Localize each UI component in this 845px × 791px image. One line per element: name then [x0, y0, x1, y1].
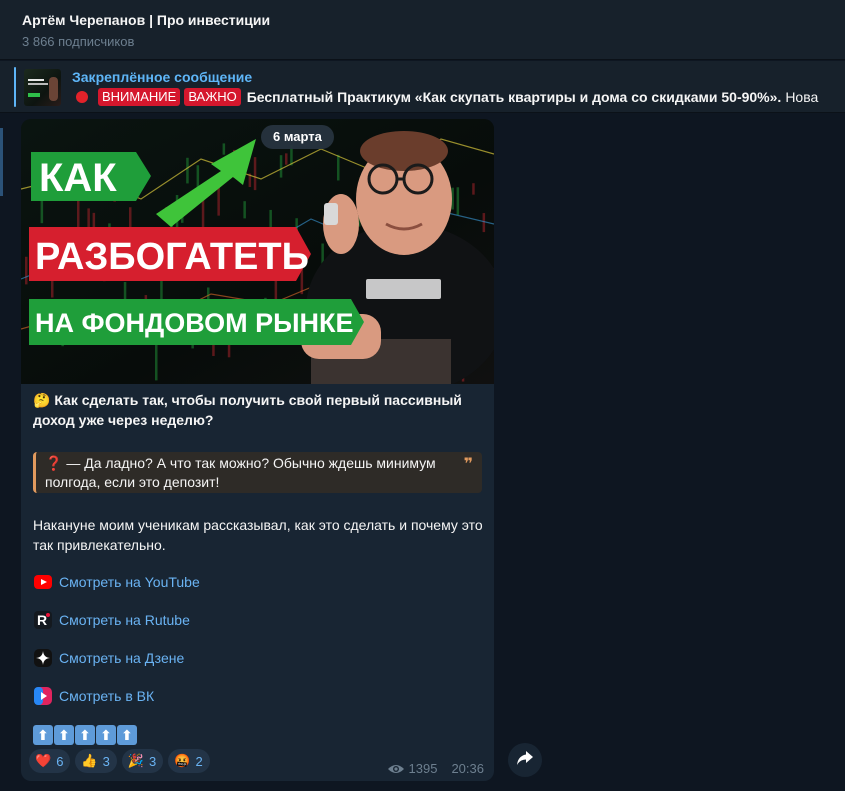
channel-title[interactable]: Артём Черепанов | Про инвестиции	[22, 11, 845, 29]
link-dzen[interactable]: Смотреть на Дзене	[33, 648, 184, 668]
candle-mark	[337, 154, 340, 181]
date-pill: 6 марта	[261, 125, 334, 149]
video-thumbnail[interactable]: КАК РАЗБОГАТЕТЬ НА ФОНДОВОМ РЫНКЕ 6 март…	[21, 119, 494, 384]
thinking-face-icon: 🤔	[33, 392, 51, 408]
share-arrow-icon	[516, 750, 534, 771]
reactions-row: ❤️ 6 👍 3 🎉 3 🤬 2	[29, 749, 215, 773]
quote-mark-icon: ❞	[463, 456, 473, 473]
caption-text: Как сделать так, чтобы получить свой пер…	[33, 392, 462, 428]
candle-mark	[25, 256, 28, 285]
pinned-accent-bar	[14, 67, 16, 107]
quote-text: — Да ладно? А что так можно? Обычно ждеш…	[45, 455, 436, 490]
candle-mark	[482, 213, 486, 233]
link-rutube-label[interactable]: Смотреть на Rutube	[59, 612, 190, 628]
candle-mark	[456, 187, 460, 215]
pinned-message-bar[interactable]: Закреплённое сообщение ВНИМАНИЕ ВАЖНО Бе…	[0, 61, 845, 113]
eye-icon	[387, 763, 405, 775]
message-time: 20:36	[451, 761, 484, 776]
youtube-icon	[33, 572, 53, 592]
dzen-icon	[33, 648, 53, 668]
link-youtube-label[interactable]: Смотреть на YouTube	[59, 574, 200, 590]
vk-video-icon	[33, 686, 53, 706]
angry-face-icon: 🤬	[174, 753, 191, 768]
chat-header[interactable]: Артём Черепанов | Про инвестиции 3 866 п…	[0, 0, 845, 60]
thumbnail-line-1: КАК	[39, 156, 117, 200]
message-meta: 1395 20:36	[387, 761, 484, 776]
side-scroll-indicator	[0, 128, 3, 196]
svg-text:R: R	[37, 612, 47, 628]
question-mark-icon: ❓	[45, 455, 63, 471]
candle-mark	[279, 155, 283, 178]
candle-mark	[253, 157, 257, 191]
up-arrow-icon: ⬆	[117, 725, 137, 745]
reaction-count: 6	[56, 753, 64, 769]
reaction-party[interactable]: 🎉 3	[121, 749, 164, 773]
reaction-heart[interactable]: ❤️ 6	[29, 749, 71, 773]
candle-mark	[51, 280, 54, 298]
message-bubble[interactable]: КАК РАЗБОГАТЕТЬ НА ФОНДОВОМ РЫНКЕ 6 март…	[21, 119, 494, 781]
pinned-title: Закреплённое сообщение	[72, 69, 253, 85]
quote-block: ❓ — Да ладно? А что так можно? Обычно жд…	[33, 452, 482, 493]
link-youtube[interactable]: Смотреть на YouTube	[33, 572, 200, 592]
link-vk-label[interactable]: Смотреть в ВК	[59, 688, 154, 704]
reaction-count: 3	[149, 753, 157, 769]
candle-mark	[222, 143, 226, 155]
arrow-emoji-row: ⬆ ⬆ ⬆ ⬆ ⬆	[33, 725, 138, 745]
reaction-count: 2	[195, 753, 203, 769]
pinned-badge-important: ВАЖНО	[184, 88, 241, 106]
link-vk[interactable]: Смотреть в ВК	[33, 686, 154, 706]
candle-mark	[285, 153, 288, 165]
thumbnail-line-2: РАЗБОГАТЕТЬ	[35, 236, 309, 278]
pinned-text: Бесплатный Практикум «Как скупать кварти…	[246, 88, 782, 105]
pinned-thumbnail	[24, 69, 61, 106]
link-rutube[interactable]: R Смотреть на Rutube	[33, 610, 190, 630]
post-caption: 🤔 Как сделать так, чтобы получить свой п…	[33, 390, 483, 430]
up-arrow-icon: ⬆	[33, 725, 53, 745]
rutube-icon: R	[33, 610, 53, 630]
subscriber-count: 3 866 подписчиков	[22, 34, 135, 49]
red-circle-icon	[76, 91, 88, 103]
heart-icon: ❤️	[35, 753, 52, 768]
view-count: 1395	[408, 761, 438, 776]
link-dzen-label[interactable]: Смотреть на Дзене	[59, 650, 184, 666]
share-button[interactable]	[508, 743, 542, 777]
reaction-angry[interactable]: 🤬 2	[168, 749, 210, 773]
candle-mark	[243, 201, 246, 219]
thumbnail-line-3: НА ФОНДОВОМ РЫНКЕ	[35, 308, 354, 338]
pinned-preview: ВНИМАНИЕ ВАЖНО Бесплатный Практикум «Как…	[76, 88, 818, 106]
up-arrow-icon: ⬆	[96, 725, 116, 745]
up-arrow-icon: ⬆	[54, 725, 74, 745]
reaction-thumbs-up[interactable]: 👍 3	[75, 749, 117, 773]
candle-mark	[186, 157, 189, 184]
candle-mark	[40, 198, 44, 224]
pinned-badge-attention: ВНИМАНИЕ	[98, 88, 181, 106]
pinned-text-continued: Нова	[785, 88, 819, 105]
thumbs-up-icon: 👍	[81, 753, 98, 768]
candle-mark	[472, 183, 475, 195]
reaction-count: 3	[102, 753, 110, 769]
party-popper-icon: 🎉	[127, 753, 145, 768]
up-arrow-icon: ⬆	[75, 725, 95, 745]
post-paragraph: Накануне моим ученикам рассказывал, как …	[33, 517, 483, 553]
